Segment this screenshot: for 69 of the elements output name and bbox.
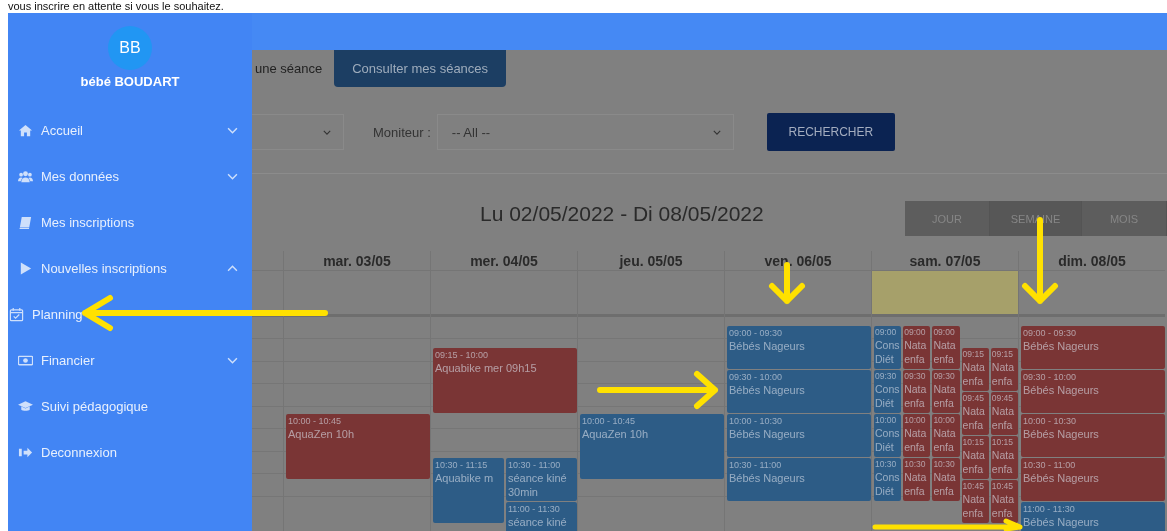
caret-icon	[323, 129, 331, 135]
calendar-event[interactable]: 11:00 - 11:30 séance kiné	[506, 502, 577, 531]
day-header: mar. 03/05	[284, 251, 430, 271]
calendar-event[interactable]: 09:15 - 10:00 Aquabike mer 09h15	[433, 348, 577, 413]
caption-text: vous inscrire en attente si vous le souhaitez.	[7, 0, 224, 13]
calendar-event[interactable]: 10:30 Nata enfa	[903, 458, 931, 501]
select-field[interactable]	[252, 114, 344, 150]
calendar-event[interactable]: 11:00 - 11:30 Bébés Nageurs	[1021, 502, 1165, 531]
calendar-event[interactable]: 09:30 - 10:00 Bébés Nageurs	[1021, 370, 1165, 413]
calendar-event[interactable]: 09:00 Nata enfa	[932, 326, 960, 369]
calendar-event[interactable]: 10:00 Nata enfa	[932, 414, 960, 457]
calendar-event[interactable]: 10:00 Nata enfa	[903, 414, 931, 457]
sidebar-item[interactable]: Mes données	[8, 153, 252, 199]
chevron-down-icon	[227, 172, 238, 180]
home-icon	[18, 122, 33, 138]
select-field[interactable]: -- All --	[436, 114, 734, 150]
calendar-event[interactable]: 10:45 Nata enfa	[990, 480, 1018, 523]
sidebar-item[interactable]: Nouvelles inscriptions	[8, 245, 252, 291]
calendar-event[interactable]: 10:00 - 10:45 AquaZen 10h	[580, 414, 724, 479]
day-header: dim. 08/05	[1019, 251, 1165, 271]
sidebar-item[interactable]: Accueil	[8, 107, 252, 153]
user-name: bébé BOUDART	[80, 74, 180, 89]
field-label: Moniteur :	[373, 124, 431, 140]
avatar: BB	[108, 26, 152, 70]
calendar-event[interactable]: 09:30 Cons Diét	[874, 370, 902, 413]
chevron-down-icon	[227, 126, 238, 134]
sidebar-item[interactable]: Financier	[8, 337, 252, 383]
calendar-event[interactable]: 09:00 Nata enfa	[903, 326, 931, 369]
chevron-down-icon	[227, 356, 238, 364]
cap-icon	[18, 398, 33, 414]
calendar-event[interactable]: 09:00 - 09:30 Bébés Nageurs	[727, 326, 871, 369]
calendar-event[interactable]: 09:30 Nata enfa	[903, 370, 931, 413]
search-button[interactable]: RECHERCHER	[766, 113, 895, 151]
tab[interactable]: une séance	[252, 50, 335, 87]
calendar-check-icon	[9, 306, 24, 322]
sidebar-item[interactable]: Planning	[8, 291, 252, 337]
play-icon	[18, 260, 33, 276]
calendar-event[interactable]: 10:30 - 11:15 Aquabike m	[433, 458, 504, 523]
caret-icon	[712, 129, 721, 135]
sidebar-item[interactable]: Suivi pédagogique	[8, 383, 252, 429]
calendar-event[interactable]: 09:30 Nata enfa	[932, 370, 960, 413]
chevron-up-icon	[227, 264, 238, 272]
day-header: mer. 04/05	[431, 251, 577, 271]
calendar-event[interactable]: 09:15 Nata enfa	[961, 348, 989, 391]
calendar-event[interactable]: 09:00 Cons Diét	[874, 326, 902, 369]
sidebar-item[interactable]: Mes inscriptions	[8, 199, 252, 245]
calendar-event[interactable]: 09:15 Nata enfa	[990, 348, 1018, 391]
calendar-event[interactable]: 10:00 - 10:45 AquaZen 10h	[286, 414, 430, 479]
calendar-event[interactable]: 10:00 - 10:30 Bébés Nageurs	[727, 414, 871, 457]
sidebar-item[interactable]: Deconnexion	[8, 429, 252, 475]
calendar-event[interactable]: 09:45 Nata enfa	[961, 392, 989, 435]
calendar-event[interactable]: 10:15 Nata enfa	[990, 436, 1018, 479]
calendar-event[interactable]: 10:30 - 11:00 Bébés Nageurs	[1021, 458, 1165, 501]
calendar-event[interactable]: 10:00 - 10:30 Bébés Nageurs	[1021, 414, 1165, 457]
day-header: jeu. 05/05	[578, 251, 724, 271]
calendar-event[interactable]: 10:30 - 11:00 Bébés Nageurs	[727, 458, 871, 501]
calendar-event[interactable]: 09:00 - 09:30 Bébés Nageurs	[1021, 326, 1165, 369]
tab[interactable]: Consulter mes séances	[334, 50, 507, 87]
calendar-event[interactable]: 10:15 Nata enfa	[961, 436, 989, 479]
calendar-event[interactable]: 10:45 Nata enfa	[961, 480, 989, 523]
calendar-title: Lu 02/05/2022 - Di 08/05/2022	[480, 202, 764, 226]
calendar-event[interactable]: 09:30 - 10:00 Bébés Nageurs	[727, 370, 871, 413]
calendar-event[interactable]: 10:30 Cons Diét	[874, 458, 902, 501]
calendar-event[interactable]: 09:45 Nata enfa	[990, 392, 1018, 435]
calendar-event[interactable]: 10:30 Nata enfa	[932, 458, 960, 501]
book-icon	[18, 214, 33, 230]
calendar-event[interactable]: 10:30 - 11:00 séance kiné 30min	[506, 458, 577, 501]
users-icon	[18, 168, 33, 184]
calendar-event[interactable]: 10:00 Cons Diét	[874, 414, 902, 457]
